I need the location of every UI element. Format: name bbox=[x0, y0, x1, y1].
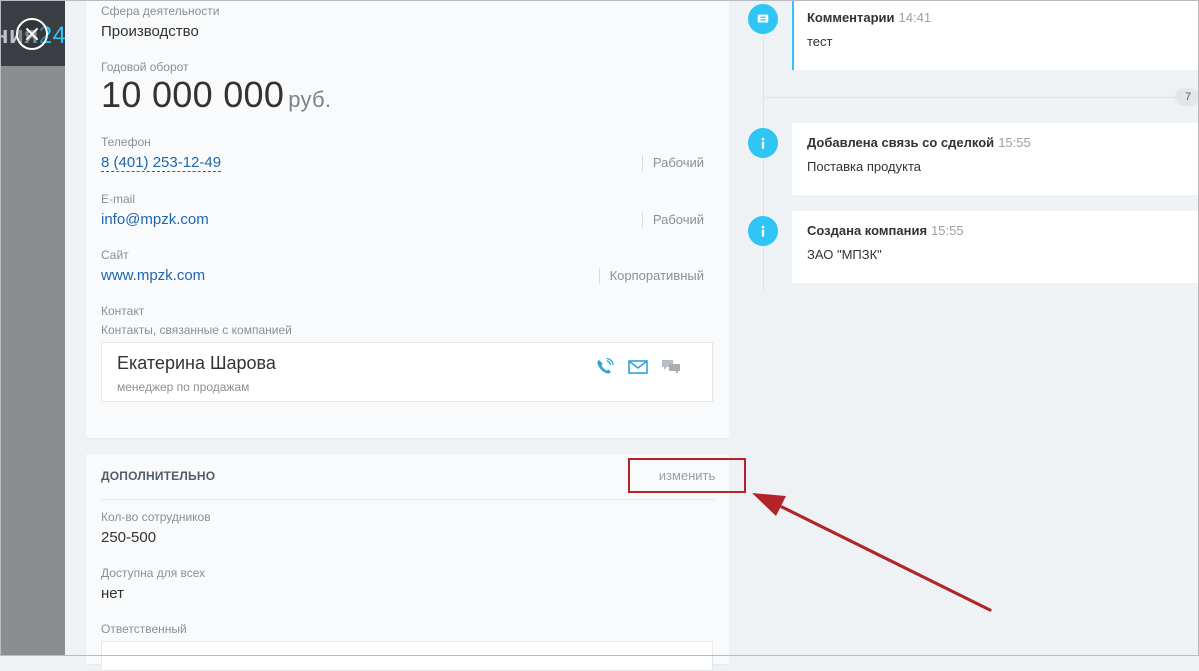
timeline-item-title: Комментарии 14:41 bbox=[807, 10, 932, 25]
email-type: Рабочий bbox=[641, 212, 704, 228]
sphere-label: Сфера деятельности bbox=[101, 4, 220, 18]
section-divider bbox=[101, 499, 714, 500]
background-overlay bbox=[0, 0, 65, 656]
company-info-card: Сфера деятельности Производство Годовой … bbox=[86, 0, 729, 438]
edit-button[interactable]: изменить bbox=[628, 458, 746, 493]
contact-card[interactable]: Екатерина Шарова менеджер по продажам bbox=[101, 342, 713, 402]
timeline-item-comment[interactable]: Комментарии 14:41 тест bbox=[792, 0, 1199, 70]
available-value: нет bbox=[101, 585, 124, 602]
phone-type: Рабочий bbox=[641, 155, 704, 171]
timeline-separator bbox=[763, 97, 1199, 98]
close-icon bbox=[26, 28, 38, 40]
site-label: Сайт bbox=[101, 248, 129, 262]
slider-panel: Сфера деятельности Производство Годовой … bbox=[65, 0, 1199, 671]
contact-label: Контакт bbox=[101, 304, 145, 318]
section-title: ДОПОЛНИТЕЛЬНО bbox=[101, 469, 216, 483]
sphere-value: Производство bbox=[101, 23, 199, 40]
available-label: Доступна для всех bbox=[101, 566, 206, 580]
timeline-badge: 7 bbox=[1175, 88, 1199, 106]
contact-name[interactable]: Екатерина Шарова bbox=[117, 353, 276, 374]
employees-value: 250-500 bbox=[101, 529, 157, 546]
timeline-item-deal-link[interactable]: Добавлена связь со сделкой 15:55 Поставка… bbox=[792, 123, 1199, 195]
owner-label: Ответственный bbox=[101, 622, 187, 636]
phone-call-icon[interactable] bbox=[594, 357, 616, 377]
info-icon bbox=[748, 128, 778, 158]
chat-icon[interactable] bbox=[660, 357, 682, 377]
info-icon bbox=[748, 216, 778, 246]
contact-position: менеджер по продажам bbox=[117, 380, 250, 394]
phone-label: Телефон bbox=[101, 135, 151, 149]
turnover-currency: руб. bbox=[288, 87, 332, 112]
mail-icon[interactable] bbox=[627, 357, 649, 377]
phone-link[interactable]: 8 (401) 253-12-49 bbox=[101, 154, 222, 172]
comment-icon bbox=[748, 4, 778, 34]
timeline-item-title: Создана компания 15:55 bbox=[807, 223, 964, 238]
timeline-item-text: тест bbox=[807, 34, 833, 49]
owner-field[interactable] bbox=[101, 641, 713, 671]
site-type: Корпоративный bbox=[598, 268, 704, 284]
email-label: E-mail bbox=[101, 192, 136, 206]
turnover-label: Годовой оборот bbox=[101, 60, 189, 74]
deal-link[interactable]: Поставка продукта bbox=[807, 159, 921, 174]
employees-label: Кол-во сотрудников bbox=[101, 510, 211, 524]
timeline-item-title: Добавлена связь со сделкой 15:55 bbox=[807, 135, 1031, 150]
site-link[interactable]: www.mpzk.com bbox=[101, 267, 205, 284]
contact-sublabel: Контакты, связанные с компанией bbox=[101, 323, 292, 337]
timeline-item-company-created[interactable]: Создана компания 15:55 ЗАО "МПЗК" bbox=[792, 211, 1199, 283]
email-link[interactable]: info@mpzk.com bbox=[101, 211, 209, 228]
turnover-value: 10 000 000 руб. bbox=[101, 74, 332, 115]
timeline-item-text: ЗАО "МПЗК" bbox=[807, 247, 882, 262]
close-button[interactable] bbox=[16, 18, 48, 50]
